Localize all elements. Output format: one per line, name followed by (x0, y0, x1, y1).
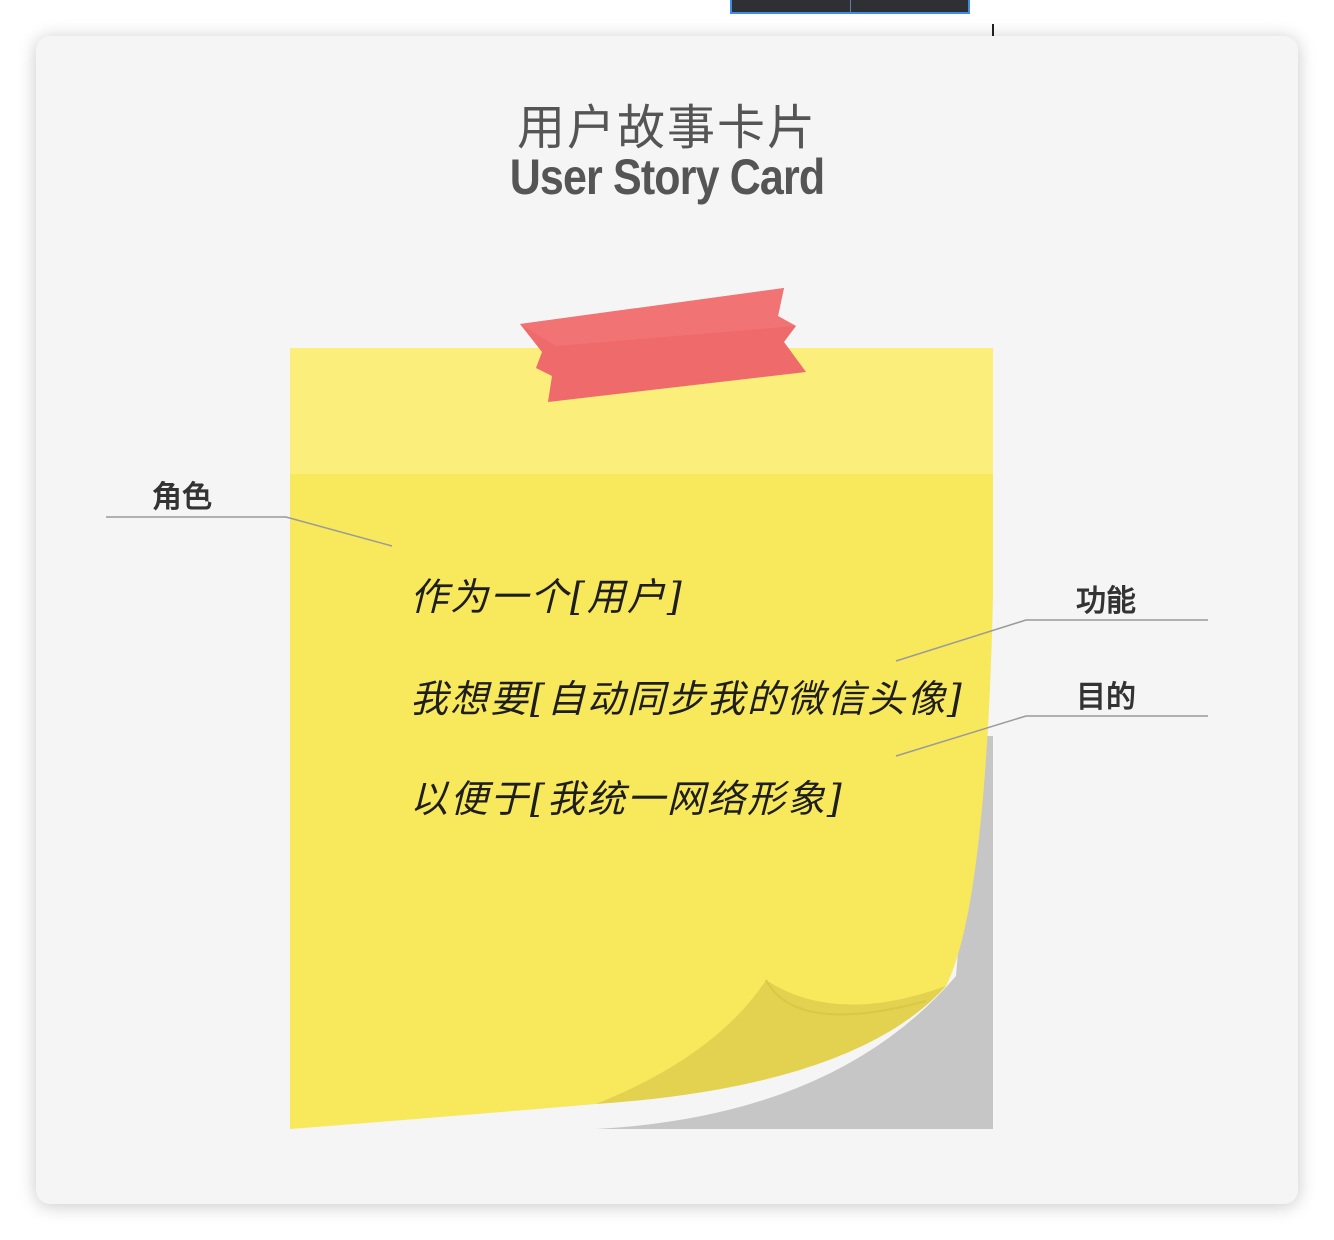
feature-label: 功能 (1076, 584, 1136, 619)
goal-label: 目的 (1076, 680, 1136, 715)
role-label: 角色 (152, 480, 212, 515)
story-role-line: 作为一个[用户] (410, 575, 684, 619)
slide-frame: 用户故事卡片 User Story Card 角色 功能 目的 作为一个[用户]… (36, 36, 1298, 1204)
story-goal-line: 以便于[我统一网络形象] (410, 777, 844, 821)
story-feature-line: 我想要[自动同步我的微信头像] (410, 677, 964, 721)
window-top-bar (730, 0, 970, 14)
